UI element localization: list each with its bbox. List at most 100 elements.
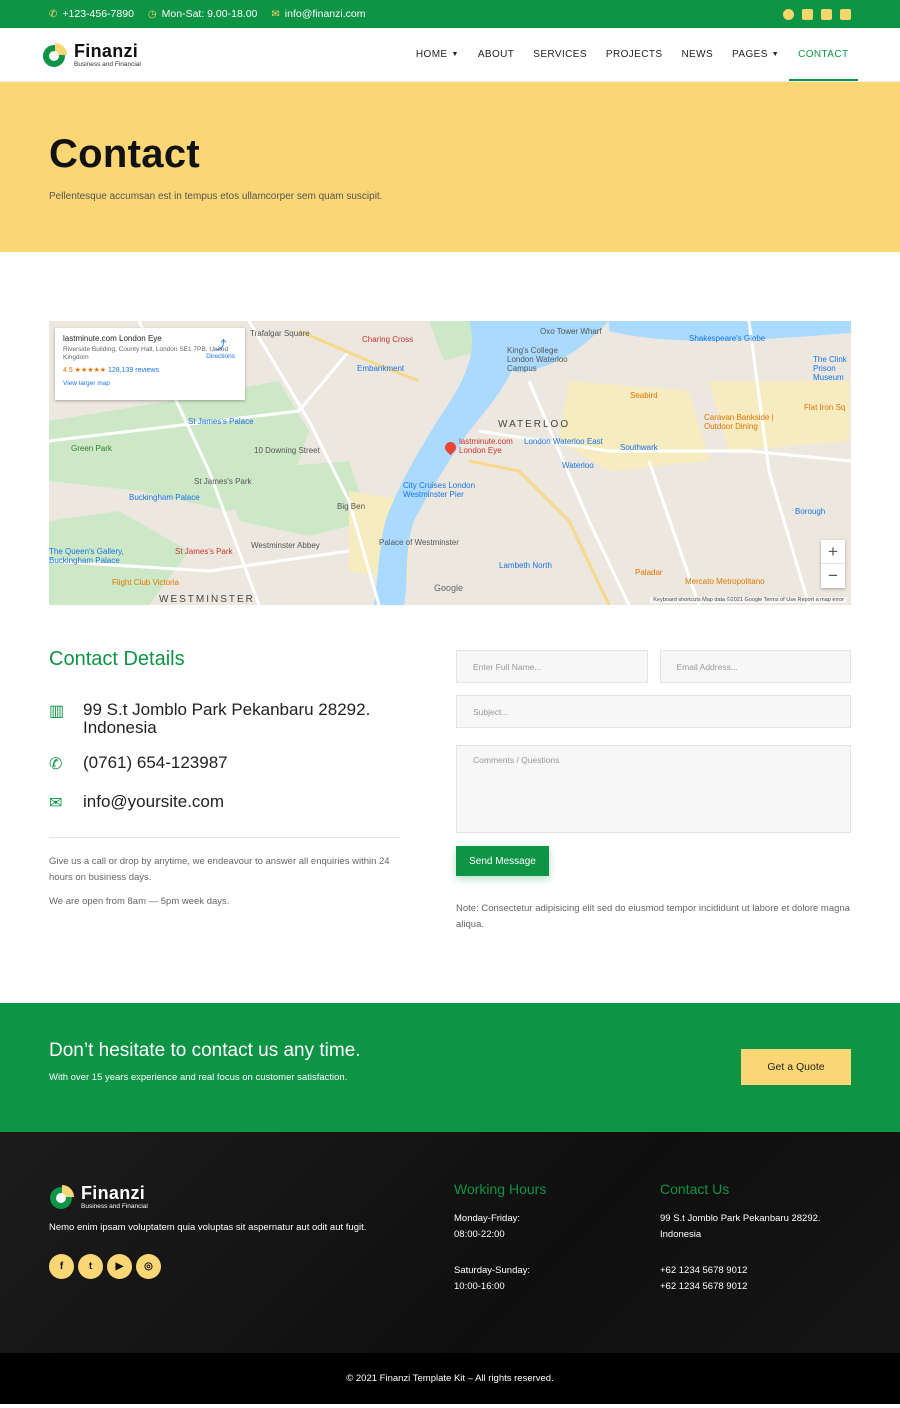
- logo-text: Finanzi Business and Financial: [74, 42, 141, 68]
- map-label: City Cruises London Westminster Pier: [403, 481, 476, 499]
- map-card-reviews[interactable]: 128,139 reviews: [108, 367, 159, 374]
- nav-pages[interactable]: PAGES ▼: [723, 28, 789, 81]
- page-title: Contact: [49, 132, 200, 176]
- google-map[interactable]: lastminute.com London Eye Riverside Buil…: [49, 321, 851, 605]
- phone-icon: ✆: [49, 756, 63, 773]
- map-zoom-controls: + −: [821, 540, 845, 588]
- instagram-icon[interactable]: [840, 8, 851, 20]
- zoom-out-button[interactable]: −: [821, 564, 845, 587]
- facebook-icon[interactable]: f: [49, 1254, 74, 1279]
- details-paragraph: Give us a call or drop by anytime, we en…: [49, 856, 390, 883]
- map-label: Shakespeare's Globe: [689, 334, 766, 343]
- nav-news[interactable]: NEWS: [672, 28, 723, 81]
- map-label: The Queen's Gallery, Buckingham Palace: [49, 547, 124, 565]
- copyright-text: © 2021 Finanzi Template Kit – All rights…: [346, 1373, 554, 1384]
- phone-row: ✆ (0761) 654-123987: [49, 754, 400, 774]
- contact-details: Contact Details ▥ 99 S.t Jomblo Park Pek…: [49, 648, 400, 910]
- logo-name: Finanzi: [81, 1183, 146, 1203]
- map-label: lastminute.com London Eye: [459, 437, 513, 455]
- map-place-card: lastminute.com London Eye Riverside Buil…: [55, 328, 245, 400]
- footer-contact: Contact Us 99 S.t Jomblo Park Pekanbaru …: [660, 1181, 821, 1294]
- footer-about: Finanzi Business and Financial Nemo enim…: [49, 1184, 409, 1279]
- send-message-button[interactable]: Send Message: [456, 846, 549, 876]
- nav-projects[interactable]: PROJECTS: [596, 28, 672, 81]
- map-label: Mercato Metropolitano: [685, 577, 765, 586]
- weekday-hours: Monday-Friday: 08:00-22:00: [454, 1213, 520, 1240]
- email-input[interactable]: Email Address...: [659, 650, 851, 683]
- map-card-rating: 4.5 ★★★★★ 128,139 reviews: [63, 366, 159, 374]
- footer-logo[interactable]: Finanzi Business and Financial: [49, 1184, 409, 1210]
- map-label: Green Park: [71, 444, 112, 453]
- nav-about[interactable]: ABOUT: [468, 28, 523, 81]
- map-label: Trafalgar Square: [250, 329, 310, 338]
- map-label: Oxo Tower Wharf: [540, 327, 602, 336]
- map-label: Seabird: [630, 391, 658, 400]
- email-text[interactable]: info@yoursite.com: [83, 793, 224, 811]
- footer-working-hours: Working Hours Monday-Friday: 08:00-22:00…: [454, 1181, 546, 1294]
- address-text: 99 S.t Jomblo Park Pekanbaru 28292. Indo…: [83, 700, 371, 737]
- mail-icon: ✉: [271, 8, 280, 20]
- map-label: Flat Iron Sq: [804, 403, 846, 412]
- instagram-icon[interactable]: ◎: [136, 1254, 161, 1279]
- map-label: St James's Park: [194, 477, 252, 486]
- contact-us-heading: Contact Us: [660, 1181, 730, 1197]
- logo-tagline: Business and Financial: [74, 60, 141, 68]
- divider: [49, 837, 400, 838]
- logo-icon: [43, 42, 67, 67]
- map-footer[interactable]: Keyboard shortcuts Map data ©2021 Google…: [650, 597, 847, 603]
- twitter-icon[interactable]: [802, 8, 813, 20]
- contact-details-heading: Contact Details: [49, 648, 185, 670]
- facebook-icon[interactable]: [783, 8, 794, 20]
- form-note: Note: Consectetur adipisicing elit sed d…: [456, 903, 850, 930]
- map-label: St James's Park: [175, 547, 233, 556]
- logo-icon: [50, 1185, 74, 1209]
- view-larger-map-link[interactable]: View larger map: [63, 380, 237, 387]
- top-hours: ◷ Mon-Sat: 9.00-18.00: [147, 8, 258, 20]
- subject-input[interactable]: Subject...: [456, 695, 851, 728]
- comments-textarea[interactable]: Comments / Questions: [456, 745, 851, 833]
- map-label: London Waterloo East: [524, 437, 603, 446]
- youtube-icon[interactable]: [821, 8, 832, 20]
- footer-address: 99 S.t Jomblo Park Pekanbaru 28292. Indo…: [660, 1213, 821, 1240]
- map-label: The Clink Prison Museum: [813, 355, 847, 382]
- site-header: Finanzi Business and Financial HOME ▼ ABO…: [0, 28, 900, 82]
- site-footer: Finanzi Business and Financial Nemo enim…: [0, 1132, 900, 1353]
- top-bar-info: ✆ +123-456-7890 ◷ Mon-Sat: 9.00-18.00 ✉ inf…: [49, 8, 365, 20]
- full-name-input[interactable]: Enter Full Name...: [456, 650, 648, 683]
- logo-name: Finanzi: [74, 40, 139, 61]
- map-label: Waterloo: [562, 461, 594, 470]
- details-hours: We are open from 8am — 5pm week days.: [49, 896, 230, 907]
- page-hero: Contact Pellentesque accumsan est in tem…: [0, 82, 900, 252]
- page-subtitle: Pellentesque accumsan est in tempus etos…: [49, 191, 383, 202]
- map-icon: ▥: [49, 703, 65, 720]
- youtube-icon[interactable]: ▶: [107, 1254, 132, 1279]
- copyright-bar: © 2021 Finanzi Template Kit – All rights…: [0, 1353, 900, 1404]
- map-label: WESTMINSTER: [159, 594, 255, 605]
- logo[interactable]: Finanzi Business and Financial: [42, 42, 141, 68]
- chevron-down-icon: ▼: [771, 51, 780, 58]
- top-email[interactable]: ✉ info@finanzi.com: [271, 8, 365, 20]
- clock-icon: ◷: [147, 8, 157, 20]
- top-phone[interactable]: ✆ +123-456-7890: [49, 8, 134, 20]
- twitter-icon[interactable]: t: [78, 1254, 103, 1279]
- map-label: Palace of Westminster: [379, 538, 459, 547]
- nav-contact[interactable]: CONTACT: [788, 28, 859, 81]
- zoom-in-button[interactable]: +: [821, 540, 845, 564]
- map-label: Caravan Bankside | Outdoor Dining: [704, 413, 774, 431]
- nav-services[interactable]: SERVICES: [524, 28, 597, 81]
- map-label: Westminster Abbey: [251, 541, 320, 550]
- map-label: Borough: [795, 507, 826, 516]
- address-row: ▥ 99 S.t Jomblo Park Pekanbaru 28292. In…: [49, 701, 400, 737]
- phone-text[interactable]: (0761) 654-123987: [83, 754, 228, 772]
- nav-home[interactable]: HOME ▼: [406, 28, 468, 81]
- cta-subtitle: With over 15 years experience and real f…: [49, 1072, 348, 1083]
- map-label: Big Ben: [337, 502, 366, 511]
- directions-button[interactable]: ⤴ Directions: [206, 336, 235, 360]
- cta-title: Don’t hesitate to contact us any time.: [49, 1040, 361, 1061]
- get-quote-button[interactable]: Get a Quote: [741, 1049, 851, 1085]
- google-logo: Google: [434, 583, 464, 593]
- map-label: Charing Cross: [362, 335, 414, 344]
- footer-about-text: Nemo enim ipsam voluptatem quia voluptas…: [49, 1222, 367, 1233]
- map-label: Embankment: [357, 364, 405, 373]
- map-label: Lambeth North: [499, 561, 552, 570]
